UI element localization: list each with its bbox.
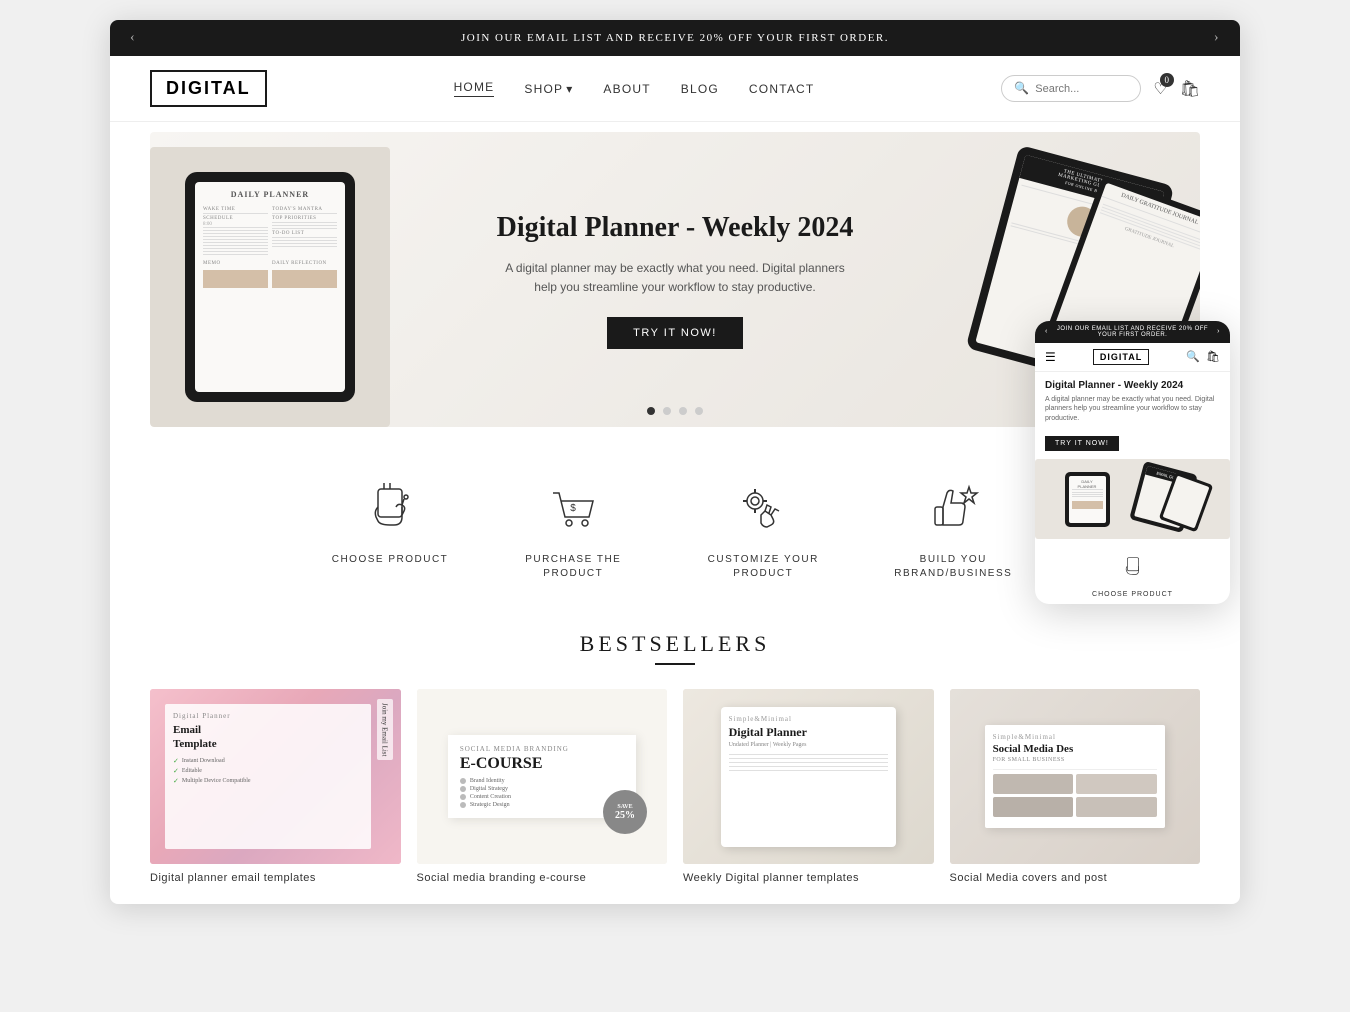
save-badge-2: SAVE 25%	[603, 790, 647, 834]
nav-blog[interactable]: BLOG	[681, 82, 719, 96]
step-choose-product: CHOOSE PRODUCT	[332, 477, 449, 581]
step-purchase-product: $ PURCHASE THE PRODUCT	[508, 477, 638, 581]
nav-home[interactable]: HOME	[454, 80, 495, 97]
product-image-3: SALE Simple&Minimal Digital Planner Unda…	[683, 689, 934, 864]
navigation: HOME SHOP ▾ ABOUT BLOG CONTACT	[454, 80, 815, 97]
hero-content: Digital Planner - Weekly 2024 A digital …	[495, 210, 855, 349]
slider-dot-1[interactable]	[647, 407, 655, 415]
cart-icon: 🛍	[1180, 81, 1200, 98]
search-icon: 🔍	[1014, 81, 1029, 96]
shopping-cart-icon: $	[541, 477, 605, 541]
step-customize-product: CUSTOMIZE YOUR PRODUCT	[698, 477, 828, 581]
mobile-choose-icon	[1119, 553, 1147, 587]
slider-dot-3[interactable]	[679, 407, 687, 415]
product-card-2[interactable]: Social Media Branding E-COURSE Brand Ide…	[417, 689, 668, 884]
product-name-2: Social media branding e-course	[417, 872, 668, 884]
mobile-announcement: ‹ JOIN OUR EMAIL LIST AND RECEIVE 20% OF…	[1035, 321, 1230, 343]
step-build-brand: BUILD YOU RBRAND/BUSINESS	[888, 477, 1018, 581]
header-icons: 🔍 ♡ 0 🛍	[1001, 75, 1200, 102]
product-name-3: Weekly Digital planner templates	[683, 872, 934, 884]
slider-dot-4[interactable]	[695, 407, 703, 415]
mobile-search-icon[interactable]: 🔍	[1186, 350, 1200, 363]
step-customize-label: CUSTOMIZE YOUR PRODUCT	[698, 553, 828, 581]
mobile-logo[interactable]: DIGITAL	[1093, 349, 1149, 365]
mobile-nav: ☰ DIGITAL 🔍 🛍	[1035, 343, 1230, 372]
mobile-preview: ‹ JOIN OUR EMAIL LIST AND RECEIVE 20% OF…	[1035, 321, 1230, 604]
wishlist-button[interactable]: ♡ 0	[1153, 79, 1167, 99]
product-card-1[interactable]: SALE Digital Planner EmailTemplate ✓ Ins…	[150, 689, 401, 884]
slider-dot-2[interactable]	[663, 407, 671, 415]
slider-dots	[647, 407, 703, 415]
mobile-menu-icon[interactable]: ☰	[1045, 350, 1056, 364]
announcement-text: JOIN OUR EMAIL LIST AND RECEIVE 20% OFF …	[461, 32, 889, 44]
announcement-next[interactable]: ›	[1214, 30, 1220, 46]
nav-contact[interactable]: CONTACT	[749, 82, 815, 96]
tablet-mock-left: DAILY PLANNER WAKE TIME SCHEDULE 8:00	[185, 172, 355, 402]
mobile-hero-desc: A digital planner may be exactly what yo…	[1045, 395, 1220, 424]
nav-shop[interactable]: SHOP ▾	[524, 82, 573, 96]
nav-about[interactable]: ABOUT	[603, 82, 650, 96]
mobile-hero-content: Digital Planner - Weekly 2024 A digital …	[1035, 372, 1230, 459]
mobile-step-section: CHOOSE PRODUCT	[1035, 547, 1230, 604]
product-card-3[interactable]: SALE Simple&Minimal Digital Planner Unda…	[683, 689, 934, 884]
announcement-prev[interactable]: ‹	[130, 30, 136, 46]
products-grid: SALE Digital Planner EmailTemplate ✓ Ins…	[150, 689, 1200, 884]
step-purchase-label: PURCHASE THE PRODUCT	[508, 553, 638, 581]
product-image-2: Social Media Branding E-COURSE Brand Ide…	[417, 689, 668, 864]
product-card-4[interactable]: Simple&Minimal Social Media Des FOR SMAL…	[950, 689, 1201, 884]
mobile-step-label: CHOOSE PRODUCT	[1092, 591, 1173, 598]
thumbs-up-star-icon	[921, 477, 985, 541]
hand-pointer-icon	[358, 477, 422, 541]
email-template-mock: Digital Planner EmailTemplate ✓ Instant …	[150, 689, 401, 864]
step-choose-label: CHOOSE PRODUCT	[332, 553, 449, 567]
bestsellers-section: BESTSELLERS SALE Digital Planner EmailTe…	[110, 601, 1240, 904]
announcement-bar: ‹ JOIN OUR EMAIL LIST AND RECEIVE 20% OF…	[110, 20, 1240, 56]
product-image-4: Simple&Minimal Social Media Des FOR SMAL…	[950, 689, 1201, 864]
cart-button[interactable]: 🛍	[1180, 79, 1200, 99]
hero-title: Digital Planner - Weekly 2024	[495, 210, 855, 246]
header: DIGITAL HOME SHOP ▾ ABOUT BLOG CONTACT 🔍…	[110, 56, 1240, 122]
svg-text:$: $	[571, 503, 577, 514]
product-name-1: Digital planner email templates	[150, 872, 401, 884]
mobile-hero-image: EMAIL GUIDE DAILY PLANNER	[1035, 459, 1230, 539]
step-build-label: BUILD YOU RBRAND/BUSINESS	[888, 553, 1018, 581]
hero-cta-button[interactable]: TRY IT NOW!	[607, 317, 743, 349]
product-name-4: Social Media covers and post	[950, 872, 1201, 884]
section-divider	[655, 663, 695, 665]
search-input[interactable]	[1035, 83, 1135, 95]
product-image-1: SALE Digital Planner EmailTemplate ✓ Ins…	[150, 689, 401, 864]
mobile-next-icon[interactable]: ›	[1217, 328, 1220, 335]
chevron-down-icon: ▾	[566, 82, 573, 96]
search-box[interactable]: 🔍	[1001, 75, 1141, 102]
hero-left-image: DAILY PLANNER WAKE TIME SCHEDULE 8:00	[150, 147, 390, 427]
mobile-cart-icon[interactable]: 🛍	[1206, 350, 1220, 363]
hero-description: A digital planner may be exactly what yo…	[495, 259, 855, 297]
logo[interactable]: DIGITAL	[150, 70, 267, 107]
gear-hand-icon	[731, 477, 795, 541]
browser-frame: ‹ JOIN OUR EMAIL LIST AND RECEIVE 20% OF…	[110, 20, 1240, 904]
mobile-cta-button[interactable]: TRY IT NOW!	[1045, 436, 1119, 451]
mobile-hero-title: Digital Planner - Weekly 2024	[1045, 380, 1220, 391]
bestsellers-title: BESTSELLERS	[150, 631, 1200, 657]
wishlist-badge: 0	[1160, 73, 1174, 87]
